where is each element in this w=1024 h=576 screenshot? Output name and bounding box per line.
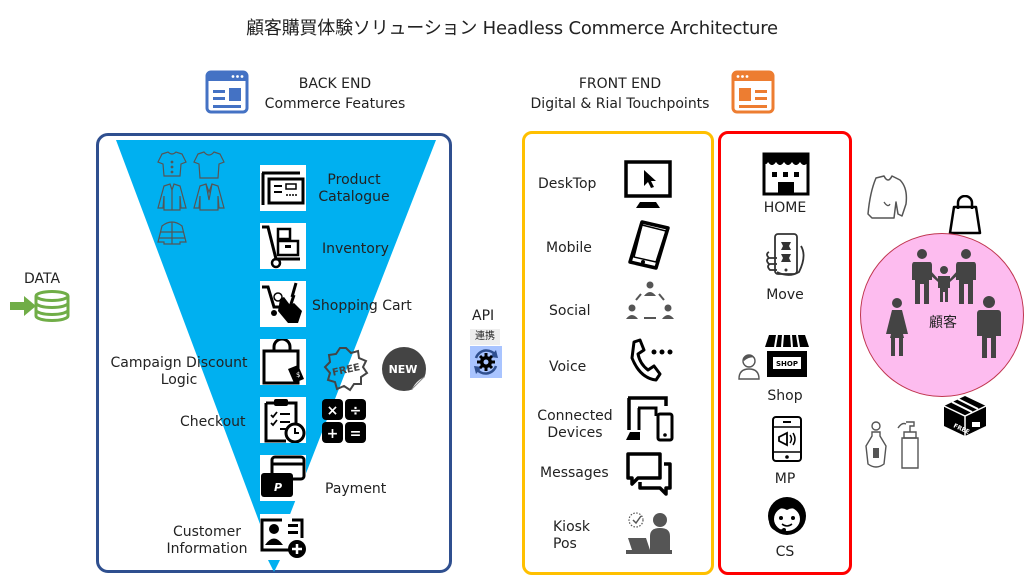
phone-megaphone-icon xyxy=(771,415,803,463)
channel-shop-label: Shop xyxy=(767,388,803,404)
feature-label-line2: Catalogue xyxy=(318,189,390,205)
touchpoint-social-label: Social xyxy=(549,303,591,319)
feature-checkout-label: Checkout xyxy=(180,414,246,430)
kiosk-icon xyxy=(624,510,674,556)
backend-header-subtitle: Commerce Features xyxy=(264,96,406,112)
feature-shopping-cart-label: Shopping Cart xyxy=(312,298,412,314)
woman-icon xyxy=(886,298,908,358)
phone-call-icon xyxy=(626,338,674,384)
calc-divide: ÷ xyxy=(350,403,362,419)
catalogue-icon xyxy=(260,165,306,211)
clothing-icons xyxy=(156,150,226,246)
backend-header: BACK END Commerce Features xyxy=(255,74,415,114)
bag-tag-icon: $ xyxy=(260,339,306,385)
touchpoint-label-line2: Pos xyxy=(553,536,577,552)
cosmetics-bottles-icon xyxy=(864,420,924,470)
feature-product-catalogue-label: Product Catalogue xyxy=(317,172,391,206)
hand-phone-icon xyxy=(765,232,809,278)
phone-icon xyxy=(626,220,672,270)
free-shipping-box-icon: FREE xyxy=(942,394,988,438)
touchpoint-messages-label: Messages xyxy=(540,465,609,481)
storefront-icon xyxy=(762,152,810,196)
hand-truck-icon xyxy=(260,223,306,269)
touchpoint-voice-label: Voice xyxy=(549,359,587,375)
backend-header-title: BACK END xyxy=(298,76,372,92)
family-icon xyxy=(912,248,976,306)
add-contact-icon xyxy=(260,514,306,560)
headset-agent-icon xyxy=(764,494,810,538)
free-badge-text: FREE xyxy=(331,362,361,379)
sweater-icon xyxy=(866,174,910,220)
calculator-icon: × ÷ + = xyxy=(321,398,367,444)
feature-campaign-discount-label: Campaign Discount Logic xyxy=(106,355,252,389)
frontend-header: FRONT END Digital & Rial Touchpoints xyxy=(520,74,720,114)
sync-gear-icon xyxy=(470,346,502,378)
feature-label-line2: Logic xyxy=(160,372,198,388)
touchpoint-desktop-label: DeskTop xyxy=(538,176,597,192)
diagram-title: 顧客購買体験ソリューション Headless Commerce Architec… xyxy=(246,18,778,39)
monitor-icon xyxy=(624,160,674,210)
customer-label: 顧客 xyxy=(929,315,957,331)
shop-sign-text: SHOP xyxy=(776,360,798,368)
channel-mp-label: MP xyxy=(774,471,796,487)
payment-cards-icon: P xyxy=(260,455,306,501)
touchpoint-connected-devices-label: Connected Devices xyxy=(535,408,615,442)
feature-label-line1: Customer xyxy=(172,524,241,540)
feature-label-line1: Product xyxy=(327,172,381,188)
touchpoint-mobile-label: Mobile xyxy=(546,240,592,256)
new-badge-text: NEW xyxy=(389,363,418,376)
touchpoint-label-line1: Connected xyxy=(537,408,613,424)
channel-move-label: Move xyxy=(766,287,804,303)
feature-inventory-label: Inventory xyxy=(322,241,389,257)
touchpoint-label-line1: Kiosk xyxy=(553,519,591,535)
calc-equals: = xyxy=(350,426,362,442)
calc-times: × xyxy=(327,403,339,419)
shopping-bag-icon xyxy=(948,195,982,235)
data-label: DATA xyxy=(24,271,61,287)
chat-bubbles-icon xyxy=(626,452,674,498)
social-network-icon xyxy=(626,280,674,326)
frontend-browser-window-icon xyxy=(731,70,775,114)
checklist-clock-icon xyxy=(260,397,306,443)
frontend-header-title: FRONT END xyxy=(578,76,662,92)
feature-label-line2: Information xyxy=(166,541,248,557)
shop-icon: SHOP xyxy=(763,333,811,381)
devices-icon xyxy=(626,396,674,442)
feature-customer-information-label: Customer Information xyxy=(162,524,252,558)
feature-label-line1: Campaign Discount xyxy=(110,355,248,371)
svg-text:P: P xyxy=(274,481,282,494)
man-icon xyxy=(977,296,1001,360)
channel-cs-label: CS xyxy=(775,544,795,560)
free-badge-icon: FREE xyxy=(323,346,369,392)
cart-click-icon xyxy=(260,281,306,327)
database-import-icon xyxy=(10,290,72,322)
frontend-header-subtitle: Digital & Rial Touchpoints xyxy=(530,96,710,112)
new-badge-icon: NEW xyxy=(380,345,428,393)
backend-browser-window-icon xyxy=(205,70,249,114)
api-label: API xyxy=(472,308,495,324)
touchpoint-label-line2: Devices xyxy=(547,425,603,441)
feature-payment-label: Payment xyxy=(325,481,387,497)
touchpoint-kiosk-pos-label: Kiosk Pos xyxy=(553,519,590,553)
channel-home-label: HOME xyxy=(763,200,807,216)
api-sublabel: 連携 xyxy=(470,329,500,345)
calc-plus: + xyxy=(327,426,339,442)
svg-text:$: $ xyxy=(296,371,300,379)
frontend-panel xyxy=(522,131,714,575)
staff-person-icon xyxy=(738,352,760,380)
